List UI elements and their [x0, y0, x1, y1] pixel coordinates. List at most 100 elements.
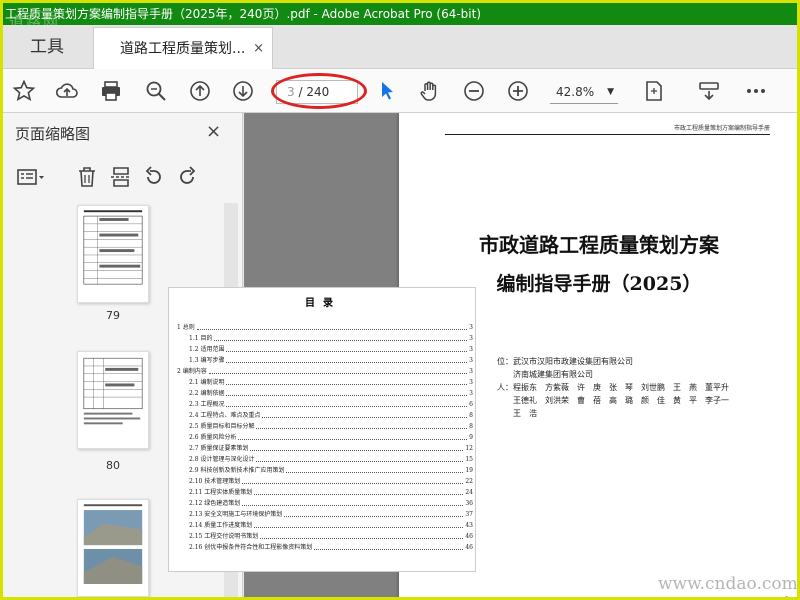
toc-overlay-page: 目录 1 总则 3 1.1 目的 3 1.2 适用范围 3 1.3 编写步骤 3 2 编制内容 3… — [168, 287, 476, 572]
toc-row-leader — [314, 542, 464, 550]
toc-row: 2.3 工程概况 6 — [177, 399, 473, 410]
thumbnail-page-label: 80 — [106, 459, 120, 472]
toc-row-leader — [250, 443, 464, 451]
page-running-header: 市政工程质量策划方案编制指导手册 — [445, 123, 770, 135]
tab-tools[interactable]: 工具 — [3, 25, 91, 69]
window-title: 工程质量策划方案编制指导手册（2025年，240页）.pdf - Adobe A… — [5, 7, 482, 21]
toc-row-page: 3 — [469, 390, 473, 397]
zoom-search-icon[interactable] — [142, 77, 170, 105]
fit-page-icon[interactable] — [640, 77, 668, 105]
toc-row-page: 15 — [465, 456, 473, 463]
toc-row-label: 2.9 科技创新及新技术推广应用策划 — [189, 467, 285, 474]
hand-tool-icon[interactable] — [416, 77, 444, 105]
toc-row-label: 2 编制内容 — [177, 368, 207, 375]
toc-row: 2.10 技术管理策划 22 — [177, 476, 473, 487]
toc-row-label: 2.4 工程特点、难点及重点 — [189, 412, 261, 419]
zoom-level-select[interactable]: 42.8% ▼ — [550, 80, 618, 104]
select-arrow-icon[interactable] — [373, 77, 401, 105]
toc-row-label: 2.2 编制依据 — [189, 390, 225, 397]
info-line: 王 浩 — [497, 409, 537, 418]
toc-row-page: 3 — [469, 357, 473, 364]
toc-row: 1.1 目的 3 — [177, 333, 473, 344]
panel-close-button[interactable]: × — [206, 121, 221, 142]
toc-row-leader — [226, 355, 468, 363]
rotate-clockwise-icon[interactable] — [173, 163, 201, 191]
toc-row-page: 24 — [465, 489, 473, 496]
toc-row-leader — [256, 454, 464, 462]
more-icon[interactable] — [742, 77, 770, 105]
toc-title: 目录 — [305, 298, 341, 309]
toc-row: 2.6 质量风险分析 9 — [177, 432, 473, 443]
toc-row-leader — [242, 476, 464, 484]
toc-row-leader — [242, 498, 464, 506]
toc-row: 2.11 工程实体质量策划 24 — [177, 487, 473, 498]
toc-row-page: 19 — [465, 467, 473, 474]
panel-toolbar — [3, 157, 243, 197]
chevron-down-icon: ▼ — [607, 87, 614, 97]
toc-row-page: 6 — [469, 401, 473, 408]
info-line: 人：程振东 方紫薇 许 庚 张 琴 刘世鹏 王 燕 董平升 — [497, 383, 729, 392]
toc-row: 2.5 质量目标和目标分解 8 — [177, 421, 473, 432]
toc-row-leader — [208, 366, 468, 374]
toc-row-page: 8 — [469, 412, 473, 419]
page-thumbnail[interactable] — [77, 499, 149, 597]
toc-row: 1.3 编写步骤 3 — [177, 355, 473, 366]
info-line: 王德礼 刘洪荣 曹 蓓 高 璐 颜 佳 黄 平 李子一 — [497, 396, 729, 405]
scroll-mode-icon[interactable] — [695, 77, 723, 105]
toc-row: 2.2 编制依据 3 — [177, 388, 473, 399]
page-footer-number: 1 — [785, 596, 789, 600]
info-line: 位：武汉市汉阳市政建设集团有限公司 — [497, 357, 633, 366]
toc-row: 2.8 设计管理与深化设计 15 — [177, 454, 473, 465]
page-down-icon[interactable] — [229, 77, 257, 105]
toc-row-leader — [226, 377, 468, 385]
toc-row-label: 2.15 工程交付说明书策划 — [189, 533, 259, 540]
zoom-out-icon[interactable] — [460, 77, 488, 105]
toc-row-label: 2.7 质量保证要素策划 — [189, 445, 249, 452]
toc-row-page: 36 — [465, 500, 473, 507]
toc-row-label: 2.5 质量目标和目标分解 — [189, 423, 255, 430]
panel-title: 页面缩略图 — [15, 125, 91, 143]
toc-row-page: 3 — [469, 346, 473, 353]
toc-row-label: 2.6 质量风险分析 — [189, 434, 237, 441]
toc-row-label: 2.14 质量工作进度策划 — [189, 522, 253, 529]
toc-row-leader — [284, 509, 464, 517]
zoom-level-value: 42.8% — [556, 85, 595, 99]
zoom-in-icon[interactable] — [504, 77, 532, 105]
rotate-counterclockwise-icon[interactable] — [140, 163, 168, 191]
tab-document-label: 道路工程质量策划... — [120, 41, 246, 57]
toc-row-page: 22 — [465, 478, 473, 485]
toc-row-label: 2.3 工程概况 — [189, 401, 225, 408]
page-thumbnail[interactable] — [77, 351, 149, 449]
toc-list: 1 总则 3 1.1 目的 3 1.2 适用范围 3 1.3 编写步骤 3 2 编制内容 3 2.1… — [177, 322, 473, 553]
toc-row-leader — [262, 410, 468, 418]
toc-row-leader — [260, 531, 464, 539]
toc-row: 2 编制内容 3 — [177, 366, 473, 377]
toc-row-label: 2.11 工程实体质量策划 — [189, 489, 253, 496]
toc-row: 2.7 质量保证要素策划 12 — [177, 443, 473, 454]
toc-row-page: 9 — [469, 434, 473, 441]
thumbnail-options-icon[interactable] — [13, 163, 49, 191]
tab-bar: 工具 道路工程质量策划... × — [3, 25, 797, 69]
toc-row-leader — [254, 520, 464, 528]
toc-row-leader — [256, 421, 468, 429]
page-up-icon[interactable] — [186, 77, 214, 105]
window-titlebar: 工程质量策划方案编制指导手册（2025年，240页）.pdf - Adobe A… — [3, 3, 797, 25]
tab-document[interactable]: 道路工程质量策划... × — [93, 27, 273, 69]
print-icon[interactable] — [97, 77, 125, 105]
toc-row-leader — [226, 344, 468, 352]
toc-row: 2.13 安全文明施工与环境保护策划 37 — [177, 509, 473, 520]
tab-close-button[interactable]: × — [253, 28, 264, 70]
toc-row: 2.16 创优申报条件符合性和工程影像资料策划 46 — [177, 542, 473, 553]
toc-row-label: 1.2 适用范围 — [189, 346, 225, 353]
cloud-upload-icon[interactable] — [53, 77, 81, 105]
page-thumbnail[interactable] — [77, 205, 149, 303]
watermark-url: www.cndao.com — [658, 574, 798, 594]
toc-row-leader — [214, 333, 468, 341]
delete-page-icon[interactable] — [73, 163, 101, 191]
toc-row-page: 12 — [465, 445, 473, 452]
star-icon[interactable] — [10, 77, 38, 105]
thumbnail-page-label: 79 — [106, 309, 120, 322]
toc-row-page: 3 — [469, 368, 473, 375]
split-page-icon[interactable] — [107, 163, 135, 191]
toc-row-label: 2.1 编制说明 — [189, 379, 225, 386]
